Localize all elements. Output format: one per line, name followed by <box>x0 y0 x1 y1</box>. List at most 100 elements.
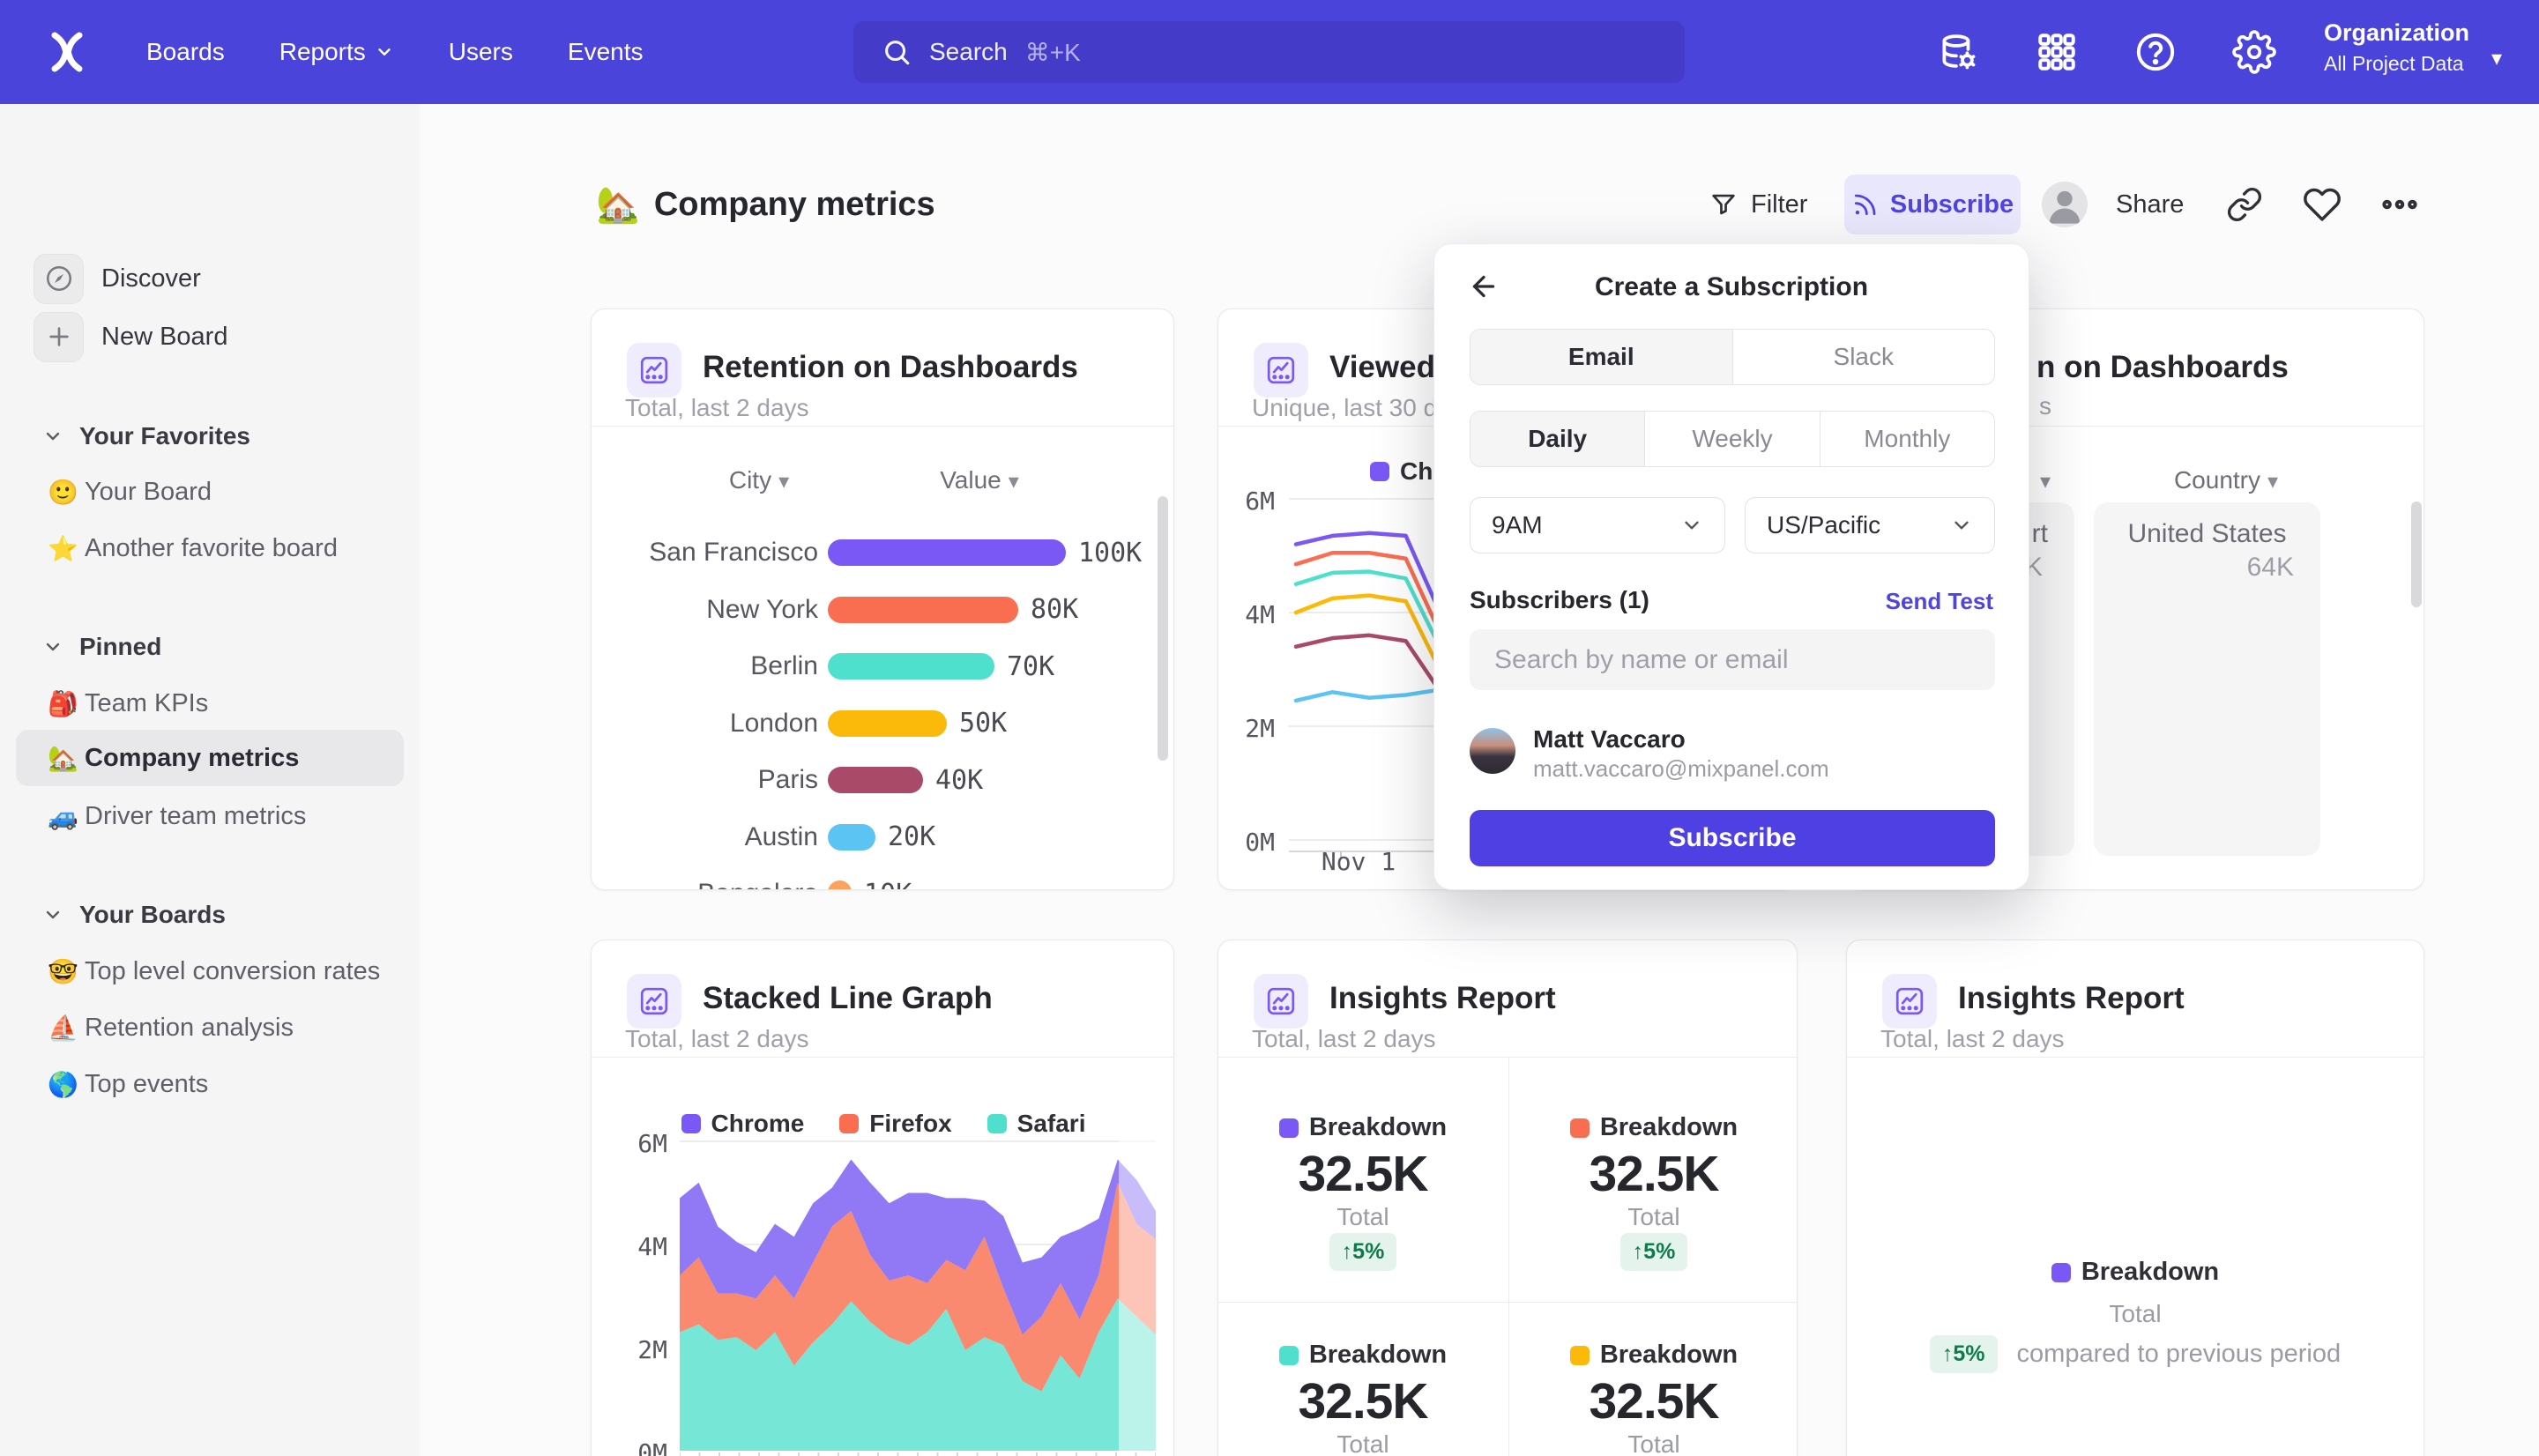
sidebar-item-team-kpis[interactable]: 🎒 Team KPIs <box>16 675 404 732</box>
compass-icon <box>34 254 84 304</box>
legend-item-chrome[interactable]: Chr <box>1370 457 1442 486</box>
subscriber-search-input[interactable]: Search by name or email <box>1470 629 1995 690</box>
settings-gear-icon[interactable] <box>2232 30 2276 74</box>
panel-title: United States <box>2094 519 2320 549</box>
divider <box>1218 1057 1797 1058</box>
avatar[interactable] <box>2042 182 2088 227</box>
tab-slack[interactable]: Slack <box>1732 330 1995 384</box>
legend-item-firefox[interactable]: Firefox <box>839 1110 951 1138</box>
search-input[interactable]: Search ⌘+K <box>853 21 1685 83</box>
sidebar-item-retention-analysis[interactable]: ⛵ Retention analysis <box>16 999 404 1056</box>
sidebar-item-top-level-conversion-rates[interactable]: 🤓 Top level conversion rates <box>16 943 404 999</box>
value-bar <box>828 539 1066 566</box>
value-bar <box>828 597 1018 623</box>
filter-button[interactable]: Filter <box>1709 175 1807 234</box>
card-subtitle: Total, last 2 days <box>625 1025 809 1053</box>
card-title: Retention on Dashboards <box>703 350 1078 385</box>
org-name: Organization <box>2324 19 2469 47</box>
sidebar-item-your-board[interactable]: 🙂 Your Board <box>16 464 404 520</box>
subscriber-name: Matt Vaccaro <box>1533 725 1686 754</box>
metric-total-label: Total <box>1509 1203 1798 1231</box>
divider <box>592 426 1173 427</box>
org-switcher[interactable]: Organization All Project Data <box>2324 19 2469 76</box>
card-title: n on Dashboards <box>2036 350 2289 385</box>
help-icon[interactable] <box>2133 30 2178 74</box>
legend-swatch <box>1279 1118 1299 1138</box>
divider <box>592 1057 1173 1058</box>
sidebar-item-company-metrics[interactable]: 🏡 Company metrics <box>16 730 404 786</box>
card-title: Insights Report <box>1329 981 1556 1016</box>
card-retention-on-dashboards: Retention on Dashboards Total, last 2 da… <box>591 308 1174 890</box>
card-subtitle: Unique, last 30 da <box>1252 394 1451 422</box>
legend-item-safari[interactable]: Safari <box>987 1110 1086 1138</box>
apps-grid-icon[interactable] <box>2035 30 2079 74</box>
modal-title: Create a Subscription <box>1434 272 2029 302</box>
legend-item-chrome[interactable]: Chrome <box>681 1110 805 1138</box>
sidebar-item-top-events[interactable]: 🌎 Top events <box>16 1056 404 1112</box>
sidebar-new-board[interactable]: New Board <box>0 308 420 365</box>
legend-item-breakdown: Breakdown <box>1218 1341 1508 1370</box>
y-axis-label: 6M <box>623 1129 667 1158</box>
favorite-heart-icon[interactable] <box>2299 182 2345 227</box>
metric-value: 32.5K <box>1218 1372 1508 1430</box>
value-bar <box>828 710 947 737</box>
mixpanel-logo[interactable] <box>42 27 92 77</box>
board-emoji: 🏡 <box>48 744 85 773</box>
card-subtitle: Total, last 2 days <box>1252 1025 1436 1053</box>
share-button[interactable]: Share <box>2116 175 2184 234</box>
data-governance-icon[interactable] <box>1936 30 1980 74</box>
more-options-icon[interactable] <box>2377 182 2423 227</box>
sidebar-section-favorites[interactable]: Your Favorites <box>0 412 420 461</box>
subscribe-button[interactable]: Subscribe <box>1844 175 2021 234</box>
metric-value: 32.5K <box>1509 1145 1798 1203</box>
copy-link-icon[interactable] <box>2222 182 2267 227</box>
chevron-down-icon <box>375 42 394 62</box>
column-header-country[interactable]: Country▾ <box>2138 466 2314 494</box>
nav-boards[interactable]: Boards <box>146 38 225 66</box>
table-row: London50K <box>592 695 1174 753</box>
nav-reports[interactable]: Reports <box>279 38 394 66</box>
legend-swatch <box>1279 1346 1299 1365</box>
tab-daily[interactable]: Daily <box>1471 412 1644 466</box>
card-scrollbar[interactable] <box>1158 496 1168 761</box>
panel-value: 64K <box>2247 553 2294 583</box>
modal-subscribe-button[interactable]: Subscribe <box>1470 810 1995 866</box>
nav-events[interactable]: Events <box>568 38 644 66</box>
tab-email[interactable]: Email <box>1471 330 1732 384</box>
board-emoji: 🙂 <box>48 478 85 507</box>
timezone-select[interactable]: US/Pacific <box>1745 497 1995 553</box>
board-emoji: 🎒 <box>48 689 85 718</box>
delta-badge: ↑5% <box>1930 1335 1998 1373</box>
column-header-value[interactable]: Value▾ <box>891 466 1068 494</box>
nav-users[interactable]: Users <box>449 38 513 66</box>
sidebar-item-another-favorite-board[interactable]: ⭐ Another favorite board <box>16 520 404 576</box>
card-scrollbar[interactable] <box>2411 501 2422 607</box>
plus-icon <box>34 312 84 362</box>
sidebar-item-driver-team-metrics[interactable]: 🚙 Driver team metrics <box>16 788 404 844</box>
board-emoji: 🤓 <box>48 957 85 986</box>
table-row: Paris40K <box>592 752 1174 809</box>
sidebar-section-pinned[interactable]: Pinned <box>0 622 420 672</box>
column-header-city[interactable]: City▾ <box>671 466 847 494</box>
country-panel-united-states: United States 64K <box>2094 502 2320 856</box>
metric-total-label: Total <box>1218 1203 1508 1231</box>
y-axis-label: 6M <box>1231 487 1275 516</box>
metric-compare-row: ↑5% compared to previous period <box>1847 1335 2424 1373</box>
legend-swatch <box>1570 1118 1590 1138</box>
send-test-link[interactable]: Send Test <box>1886 588 1993 615</box>
channel-tabs: Email Slack <box>1470 329 1995 385</box>
sidebar-section-your-boards[interactable]: Your Boards <box>0 890 420 940</box>
tab-monthly[interactable]: Monthly <box>1820 412 1994 466</box>
legend-swatch <box>1570 1346 1590 1365</box>
tab-weekly[interactable]: Weekly <box>1644 412 1819 466</box>
time-select[interactable]: 9AM <box>1470 497 1725 553</box>
board-emoji: ⭐ <box>48 534 85 563</box>
sidebar-discover[interactable]: Discover <box>0 250 420 307</box>
legend-item-breakdown: Breakdown <box>1218 1113 1508 1142</box>
subscriber-avatar <box>1470 728 1515 774</box>
chart-legend: Chrome Firefox Safari <box>592 1110 1174 1138</box>
value-bar <box>828 880 852 890</box>
delta-badge: ↑5% <box>1329 1233 1397 1271</box>
stacked-area-chart <box>680 1139 1156 1456</box>
legend-swatch <box>681 1114 701 1133</box>
